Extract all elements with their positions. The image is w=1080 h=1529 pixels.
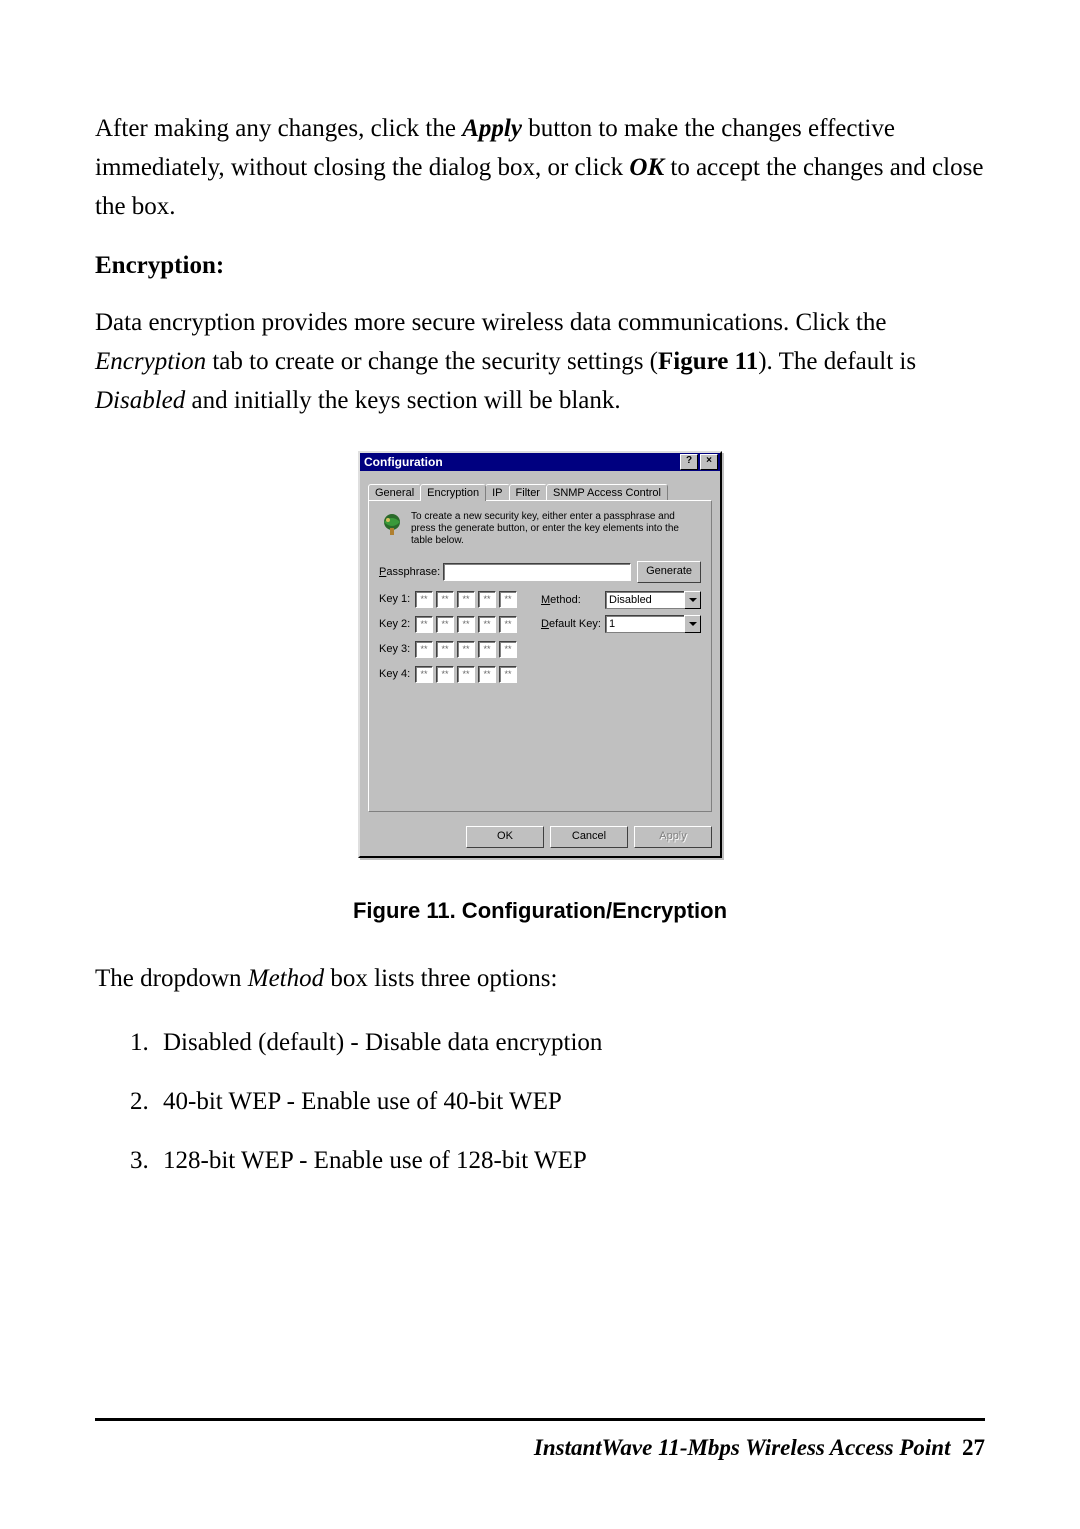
key2-cell[interactable]: ** <box>415 616 433 633</box>
passphrase-label: Passphrase: <box>379 566 443 578</box>
default-key-label: Default Key: <box>541 618 605 630</box>
encryption-heading: Encryption: <box>95 252 985 280</box>
apply-word: Apply <box>462 115 522 142</box>
key1-label: Key 1: <box>379 593 415 605</box>
key3-cell[interactable]: ** <box>436 641 454 658</box>
tab-general[interactable]: General <box>368 484 421 501</box>
disabled-word: Disabled <box>95 387 185 414</box>
method-item-2: 40-bit WEP - Enable use of 40-bit WEP <box>155 1083 985 1122</box>
key2-cell[interactable]: ** <box>499 616 517 633</box>
key3-cell[interactable]: ** <box>415 641 433 658</box>
key2-cell[interactable]: ** <box>457 616 475 633</box>
tab-ip[interactable]: IP <box>485 484 509 501</box>
key4-cell[interactable]: ** <box>478 666 496 683</box>
help-button[interactable]: ? <box>680 454 698 470</box>
key1-cell[interactable]: ** <box>478 591 496 608</box>
dialog-tabs: General Encryption IP Filter SNMP Access… <box>368 483 712 500</box>
tab-encryption[interactable]: Encryption <box>420 484 486 501</box>
method-item-3: 128-bit WEP - Enable use of 128-bit WEP <box>155 1142 985 1181</box>
key2-label: Key 2: <box>379 618 415 630</box>
key4-cell[interactable]: ** <box>436 666 454 683</box>
key1-cell[interactable]: ** <box>415 591 433 608</box>
method-combo[interactable]: Disabled <box>605 591 701 609</box>
figure-ref: Figure 11 <box>658 348 758 375</box>
page-number: 27 <box>962 1435 985 1460</box>
footer-text: InstantWave 11-Mbps Wireless Access Poin… <box>534 1435 985 1461</box>
generate-button[interactable]: Generate <box>637 561 701 583</box>
key2-cell[interactable]: ** <box>436 616 454 633</box>
dialog-instructions: To create a new security key, either ent… <box>411 511 701 547</box>
configuration-dialog: Configuration ? × General Encryption IP … <box>358 451 722 858</box>
key4-label: Key 4: <box>379 668 415 680</box>
key4-cell[interactable]: ** <box>415 666 433 683</box>
default-key-combo[interactable]: 1 <box>605 615 701 633</box>
method-list: Disabled (default) - Disable data encryp… <box>95 1024 985 1180</box>
chevron-down-icon[interactable] <box>684 591 701 609</box>
tab-snmp-access-control[interactable]: SNMP Access Control <box>546 484 668 501</box>
key2-cell[interactable]: ** <box>478 616 496 633</box>
figure-caption: Figure 11. Configuration/Encryption <box>353 898 727 924</box>
key1-cell[interactable]: ** <box>436 591 454 608</box>
chevron-down-icon[interactable] <box>684 615 701 633</box>
key4-cell[interactable]: ** <box>457 666 475 683</box>
tab-filter[interactable]: Filter <box>509 484 547 501</box>
apply-button[interactable]: Apply <box>634 826 712 848</box>
footer-product: InstantWave 11-Mbps Wireless Access Poin… <box>534 1435 951 1460</box>
footer-rule <box>95 1418 985 1421</box>
passphrase-input[interactable] <box>443 563 631 581</box>
key1-cell[interactable]: ** <box>499 591 517 608</box>
key3-cell[interactable]: ** <box>478 641 496 658</box>
key1-cell[interactable]: ** <box>457 591 475 608</box>
intro-a: After making any changes, click the <box>95 115 462 142</box>
ok-word: OK <box>629 154 664 181</box>
key4-cell[interactable]: ** <box>499 666 517 683</box>
method-value: Disabled <box>605 591 684 609</box>
dialog-title: Configuration <box>364 455 678 469</box>
cancel-button[interactable]: Cancel <box>550 826 628 848</box>
method-item-1: Disabled (default) - Disable data encryp… <box>155 1024 985 1063</box>
keys-table: Key 1: ** ** ** ** ** Key 2: ** ** ** <box>379 591 529 691</box>
default-key-value: 1 <box>605 615 684 633</box>
key-globe-icon <box>379 511 405 537</box>
dialog-titlebar[interactable]: Configuration ? × <box>360 453 720 471</box>
ok-button[interactable]: OK <box>466 826 544 848</box>
method-intro: The dropdown Method box lists three opti… <box>95 960 985 999</box>
encryption-tab-word: Encryption <box>95 348 206 375</box>
method-label: Method: <box>541 594 605 606</box>
key3-label: Key 3: <box>379 643 415 655</box>
key3-cell[interactable]: ** <box>499 641 517 658</box>
key3-cell[interactable]: ** <box>457 641 475 658</box>
tab-panel-encryption: To create a new security key, either ent… <box>368 500 712 812</box>
encryption-paragraph: Data encryption provides more secure wir… <box>95 304 985 420</box>
intro-paragraph: After making any changes, click the Appl… <box>95 110 985 226</box>
close-button[interactable]: × <box>700 454 718 470</box>
